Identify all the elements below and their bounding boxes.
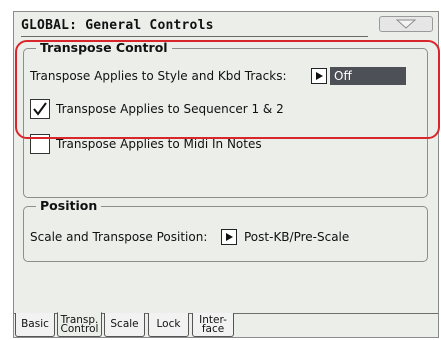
tab-interface[interactable]: Inter- face <box>192 313 234 337</box>
position-title: Position <box>36 198 102 213</box>
tab-bar: Basic Transp. Control Scale Lock Inter- … <box>14 312 438 337</box>
triangle-down-icon <box>396 19 416 29</box>
page-menu-button[interactable] <box>379 16 433 32</box>
position-group: Position Scale and Transpose Position: P… <box>23 198 428 262</box>
highlight-outline <box>15 40 440 139</box>
tab-interface-line2: face <box>201 322 225 335</box>
position-label: Scale and Transpose Position: <box>30 230 208 244</box>
tab-lock-label: Lock <box>156 318 181 330</box>
page-title: GLOBAL: General Controls <box>21 18 214 33</box>
position-value[interactable]: Post-KB/Pre-Scale <box>244 230 349 244</box>
tab-transp-control[interactable]: Transp. Control <box>57 312 102 337</box>
tab-basic[interactable]: Basic <box>15 313 55 337</box>
midi-in-label: Transpose Applies to Midi In Notes <box>56 137 262 151</box>
tab-scale-label: Scale <box>110 318 139 330</box>
tab-transp-control-line2: Control <box>60 322 99 335</box>
title-divider <box>21 36 368 37</box>
tab-lock[interactable]: Lock <box>148 313 189 337</box>
tab-basic-label: Basic <box>21 318 49 330</box>
tab-scale[interactable]: Scale <box>104 313 145 337</box>
position-popup-button[interactable] <box>221 229 237 245</box>
